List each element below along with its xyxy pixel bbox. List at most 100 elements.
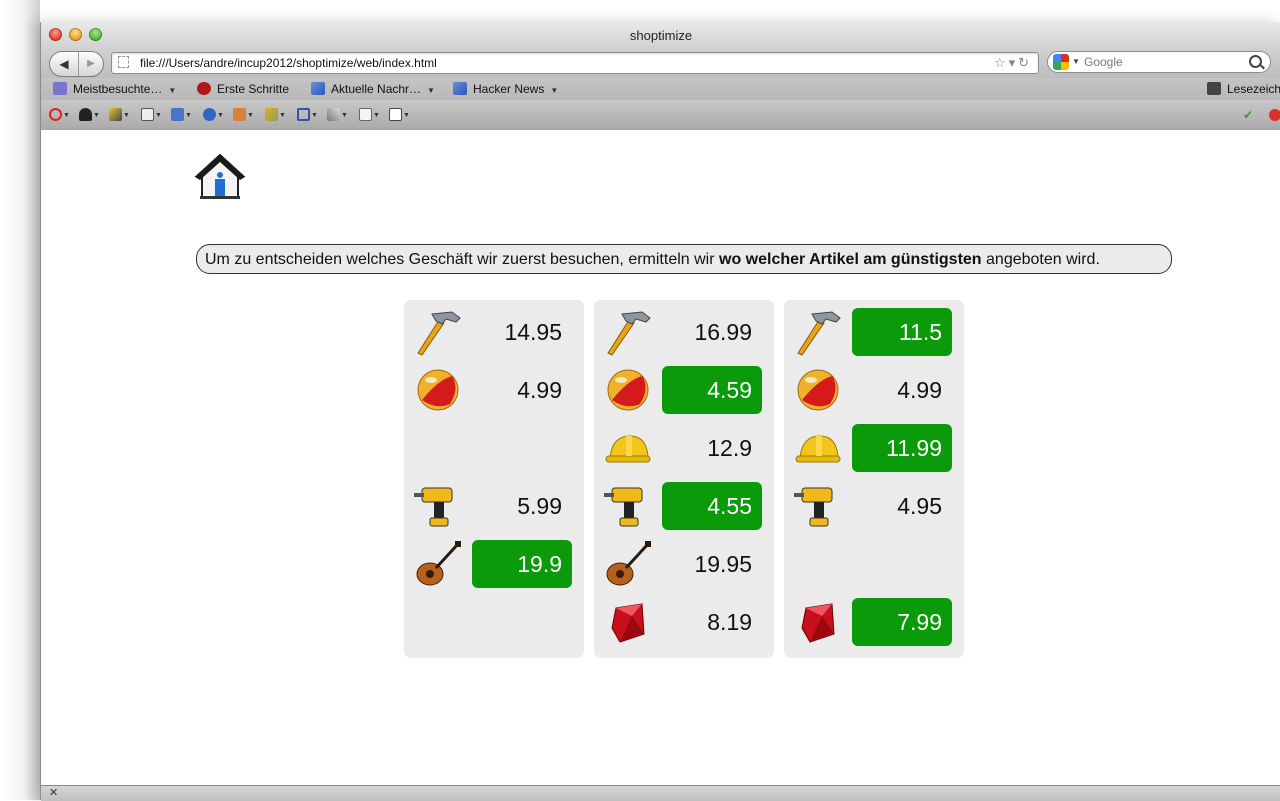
info-text-bold: wo welcher Artikel am günstigsten — [719, 251, 982, 268]
price-value: 14.95 — [504, 319, 562, 345]
status-bar: ✕ — [41, 785, 1280, 801]
drill-icon — [602, 482, 654, 530]
guitar-icon — [602, 540, 654, 588]
price-row: 19.95 — [594, 538, 774, 590]
forms-icon[interactable]: ▼ — [141, 107, 163, 123]
bookmark-star-icon[interactable]: ☆ — [994, 55, 1009, 70]
best-price-badge: 11.99 — [852, 424, 952, 472]
back-button[interactable]: ◀ — [50, 52, 79, 76]
price-row — [784, 538, 964, 590]
helmet-icon — [602, 424, 654, 472]
price-row: 19.9 — [404, 538, 584, 590]
store-column: 14.95 4.99 5.99 19.9 — [404, 300, 584, 658]
price-row: 11.99 — [784, 422, 964, 474]
guitar-icon — [412, 540, 464, 588]
price-value: 16.99 — [694, 319, 752, 345]
bookmarks-menu[interactable]: Lesezeich — [1207, 78, 1280, 100]
minimize-window-button[interactable] — [69, 28, 82, 41]
price-value: 4.99 — [517, 377, 562, 403]
price-row: 4.55 — [594, 480, 774, 532]
price-row: 16.99 — [594, 306, 774, 358]
firefox-icon — [197, 82, 211, 95]
bookmark-most-visited[interactable]: Meistbesuchte… ▼ — [53, 78, 176, 102]
page-icon — [118, 56, 129, 68]
close-addon-bar-icon[interactable]: ✕ — [49, 786, 58, 801]
price-value: 12.9 — [707, 435, 752, 461]
store-column: 16.99 4.59 12.9 4.55 19.95 8.19 — [594, 300, 774, 658]
info-banner: Um zu entscheiden welches Geschäft wir z… — [196, 244, 1172, 274]
search-input[interactable]: Google — [1084, 52, 1123, 72]
title-bar: shoptimize — [41, 22, 1280, 46]
price-value: 5.99 — [517, 493, 562, 519]
ball-icon — [792, 366, 844, 414]
url-actions: ☆▾↻ — [994, 53, 1032, 73]
bookmarks-bar: Meistbesuchte… ▼ Erste Schritte Aktuelle … — [41, 78, 1280, 100]
window-title: shoptimize — [629, 28, 693, 43]
zoom-window-button[interactable] — [89, 28, 102, 41]
validation-ok-icon[interactable]: ✔ — [1243, 107, 1265, 123]
drill-icon — [412, 482, 464, 530]
best-price-badge: 7.99 — [852, 598, 952, 646]
search-bar[interactable]: ▼ Google — [1047, 51, 1271, 73]
history-dropdown-icon[interactable]: ▾ — [1009, 55, 1019, 70]
source-icon[interactable]: ▼ — [359, 107, 381, 123]
price-value: 4.99 — [897, 377, 942, 403]
drill-icon — [792, 482, 844, 530]
helmet-icon — [792, 424, 844, 472]
price-value: 4.95 — [897, 493, 942, 519]
hammer-icon — [602, 308, 654, 356]
search-icon[interactable] — [1249, 55, 1262, 68]
desktop-background — [0, 0, 40, 800]
bookmark-hacker-news[interactable]: Hacker News ▼ — [453, 78, 558, 102]
bookmark-news[interactable]: Aktuelle Nachr… ▼ — [311, 78, 435, 102]
close-window-button[interactable] — [49, 28, 62, 41]
bookmark-getting-started[interactable]: Erste Schritte — [197, 78, 289, 100]
error-icon[interactable] — [1269, 107, 1280, 123]
url-text: file:///Users/andre/incup2012/shoptimize… — [140, 56, 437, 70]
best-price-badge: 19.9 — [472, 540, 572, 588]
reload-icon[interactable]: ↻ — [1018, 55, 1032, 70]
navigation-toolbar: ◀ ▶ file:///Users/andre/incup2012/shopti… — [41, 46, 1280, 78]
best-price-badge: 4.59 — [662, 366, 762, 414]
info-text-prefix: Um zu entscheiden welches Geschäft wir z… — [205, 251, 719, 268]
hammer-icon — [792, 308, 844, 356]
info-icon[interactable]: ▼ — [203, 107, 225, 123]
pencil-icon[interactable]: ▼ — [265, 107, 287, 123]
home-icon[interactable] — [194, 152, 246, 202]
price-row: 7.99 — [784, 596, 964, 648]
price-row: 4.99 — [784, 364, 964, 416]
addon-toolbar: ▼ ▼ ▼ ▼ ▼ ▼ ▼ ▼ ▼ ▼ ▼ ▼ ✔ — [41, 100, 1280, 131]
wand-icon[interactable]: ▼ — [109, 107, 131, 123]
google-engine-icon[interactable] — [1053, 54, 1069, 70]
back-forward-group: ◀ ▶ — [49, 51, 104, 77]
store-column: 11.5 4.99 11.99 4.95 7.99 — [784, 300, 964, 658]
price-row: 8.19 — [594, 596, 774, 648]
info-text-suffix: angeboten wird. — [981, 251, 1100, 268]
options-icon[interactable]: ▼ — [389, 107, 411, 123]
star-folder-icon — [53, 82, 67, 95]
misc-icon[interactable]: ▼ — [233, 107, 255, 123]
disable-icon[interactable]: ▼ — [49, 107, 71, 123]
rss-icon — [453, 82, 467, 95]
price-row: 11.5 — [784, 306, 964, 358]
forward-button[interactable]: ▶ — [79, 52, 103, 76]
best-price-badge: 4.55 — [662, 482, 762, 530]
price-row: 4.59 — [594, 364, 774, 416]
ruby-icon — [792, 598, 844, 646]
resize-icon[interactable]: ▼ — [297, 107, 319, 123]
bookmarks-icon — [1207, 82, 1221, 95]
user-icon[interactable]: ▼ — [79, 107, 101, 123]
best-price-badge: 11.5 — [852, 308, 952, 356]
page-content: Um zu entscheiden welches Geschäft wir z… — [41, 130, 1280, 785]
images-icon[interactable]: ▼ — [171, 107, 193, 123]
tools-icon[interactable]: ▼ — [327, 107, 349, 123]
browser-window: shoptimize ◀ ▶ file:///Users/andre/incup… — [40, 22, 1280, 801]
engine-dropdown-icon[interactable]: ▼ — [1072, 52, 1080, 72]
price-value: 19.95 — [694, 551, 752, 577]
ball-icon — [412, 366, 464, 414]
hammer-icon — [412, 308, 464, 356]
price-row: 4.99 — [404, 364, 584, 416]
url-bar[interactable]: file:///Users/andre/incup2012/shoptimize… — [111, 52, 1039, 74]
price-row: 5.99 — [404, 480, 584, 532]
price-row — [404, 596, 584, 648]
